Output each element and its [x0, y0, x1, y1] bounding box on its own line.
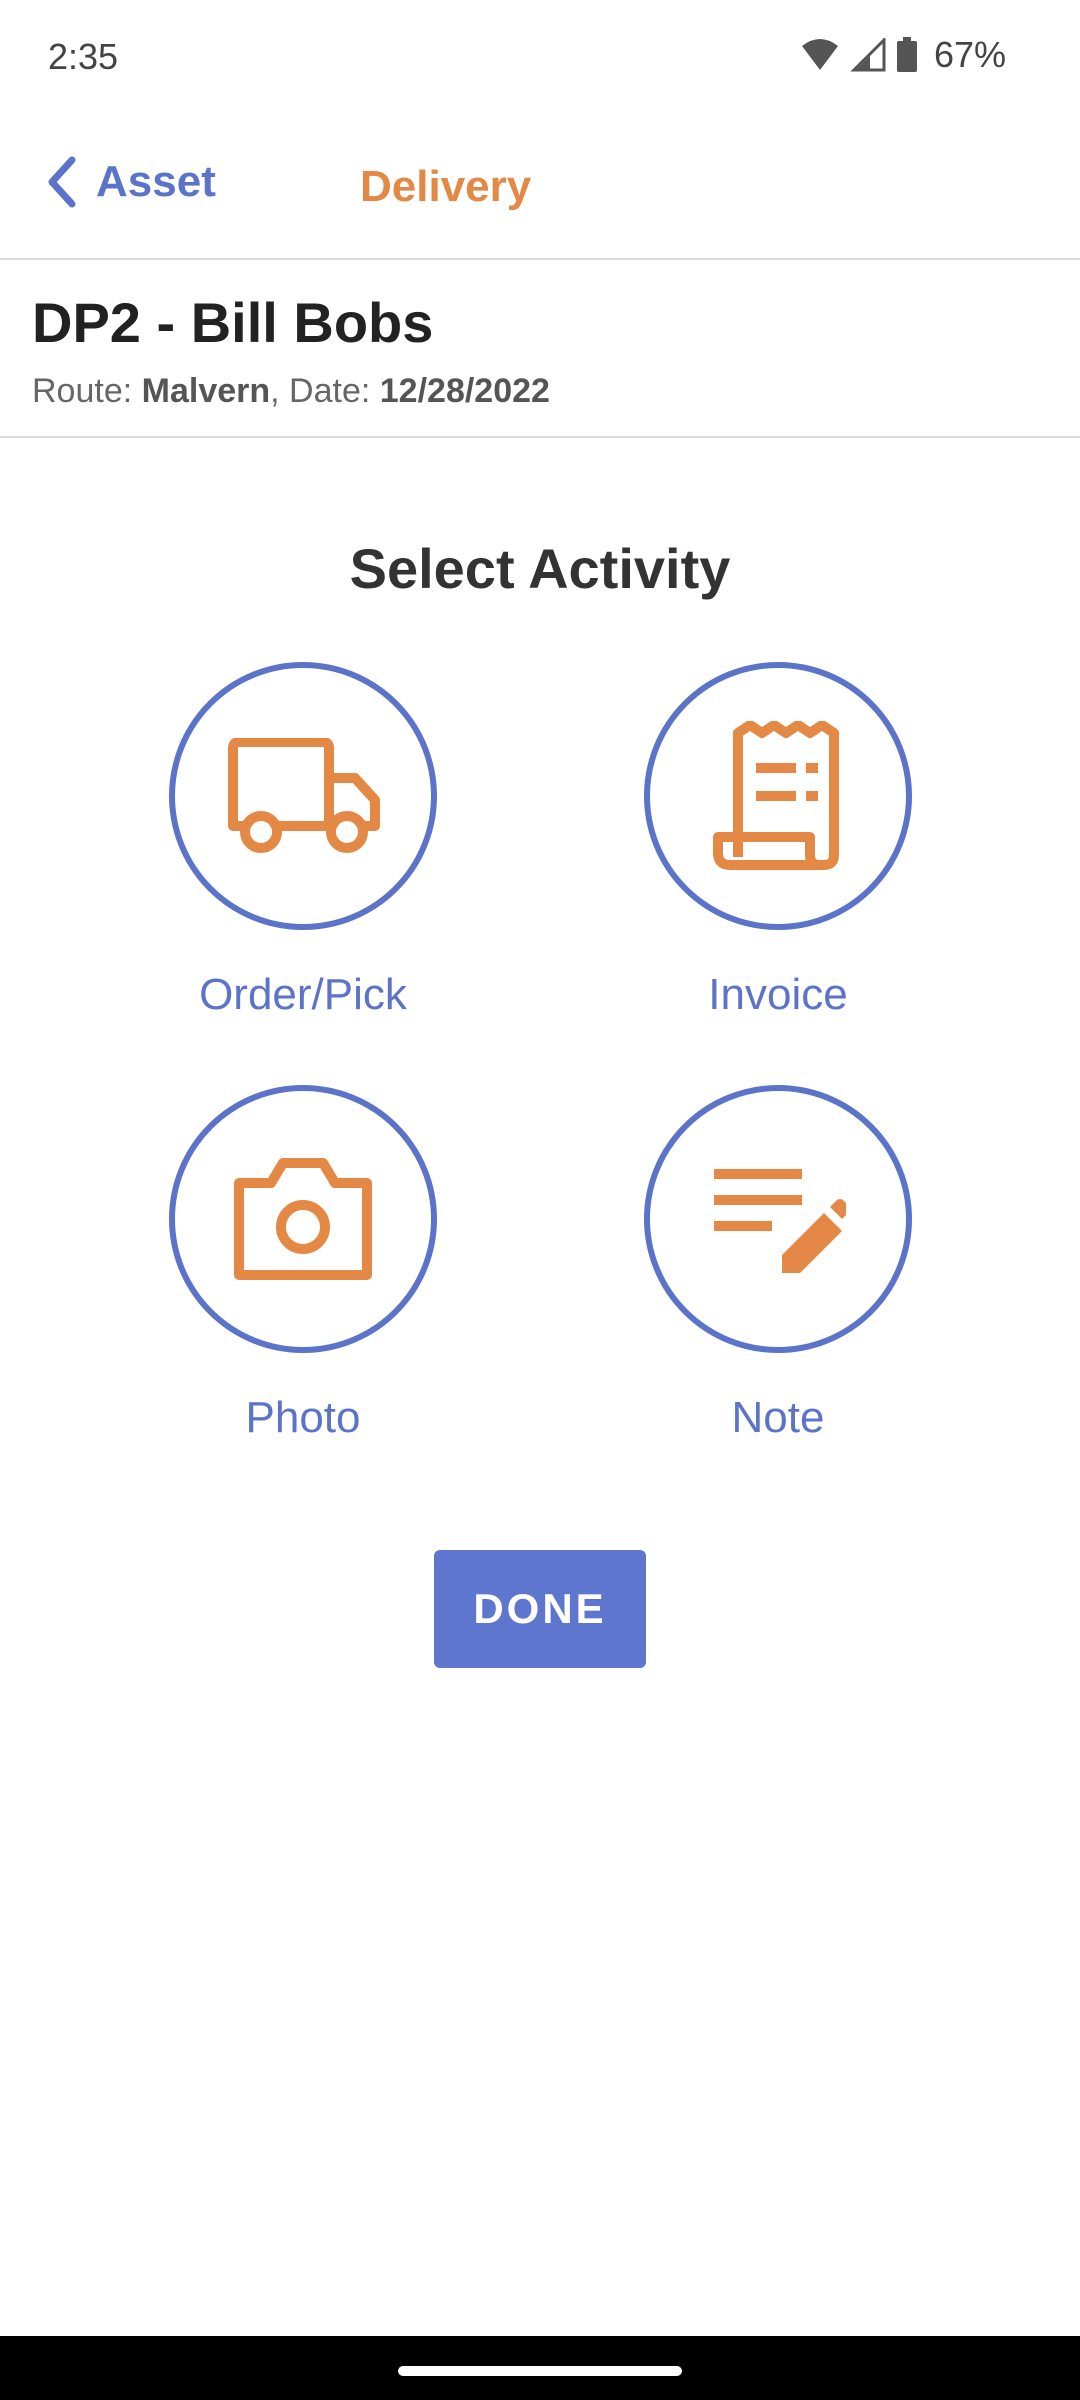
- status-bar: 2:35 67%: [0, 0, 1080, 120]
- activity-circle: [644, 662, 912, 930]
- date-value: 12/28/2022: [379, 372, 550, 410]
- activity-invoice[interactable]: Invoice: [628, 662, 928, 1020]
- wifi-icon: [801, 39, 838, 70]
- app-header: Asset Delivery: [0, 130, 1080, 260]
- activity-label: Note: [731, 1393, 825, 1442]
- activity-label: Invoice: [708, 970, 848, 1019]
- route-value: Malvern: [141, 372, 271, 410]
- battery-icon: [896, 37, 917, 72]
- chevron-left-icon: [48, 156, 76, 208]
- activity-circle: [169, 1085, 437, 1353]
- select-activity-title: Select Activity: [349, 537, 731, 600]
- route-label: Route:: [32, 372, 133, 410]
- activity-order-pick[interactable]: Order/Pick: [153, 662, 453, 1020]
- customer-info: DP2 - Bill Bobs Route: Malvern, Date: 12…: [0, 260, 1080, 438]
- customer-name: DP2 - Bill Bobs: [32, 291, 434, 354]
- delivery-screen: 2:35 67% Asset Delivery DP2 - Bill Bobs …: [0, 0, 1080, 2400]
- home-gesture-handle[interactable]: [398, 2366, 682, 2376]
- activity-photo[interactable]: Photo: [153, 1085, 453, 1443]
- note-edit-icon: [714, 1169, 846, 1273]
- route-date-line: Route: Malvern, Date: 12/28/2022: [32, 372, 550, 411]
- truck-icon: [228, 738, 380, 853]
- camera-icon: [234, 1158, 372, 1280]
- activity-note[interactable]: Note: [628, 1085, 928, 1443]
- activity-label: Order/Pick: [199, 970, 407, 1019]
- receipt-icon: [713, 721, 839, 870]
- status-time: 2:35: [48, 36, 119, 77]
- date-label: , Date:: [270, 372, 371, 410]
- signal-icon: [850, 38, 886, 72]
- back-button[interactable]: Asset: [44, 156, 216, 208]
- status-icons: 67%: [800, 34, 1006, 76]
- activity-circle: [169, 662, 437, 930]
- activity-label: Photo: [245, 1393, 361, 1442]
- activity-circle: [644, 1085, 912, 1353]
- battery-percent: 67%: [933, 34, 1006, 75]
- system-nav-bar: [0, 2336, 1080, 2400]
- done-button[interactable]: DONE: [434, 1550, 646, 1668]
- back-label: Asset: [96, 157, 216, 206]
- page-title: Delivery: [360, 162, 532, 211]
